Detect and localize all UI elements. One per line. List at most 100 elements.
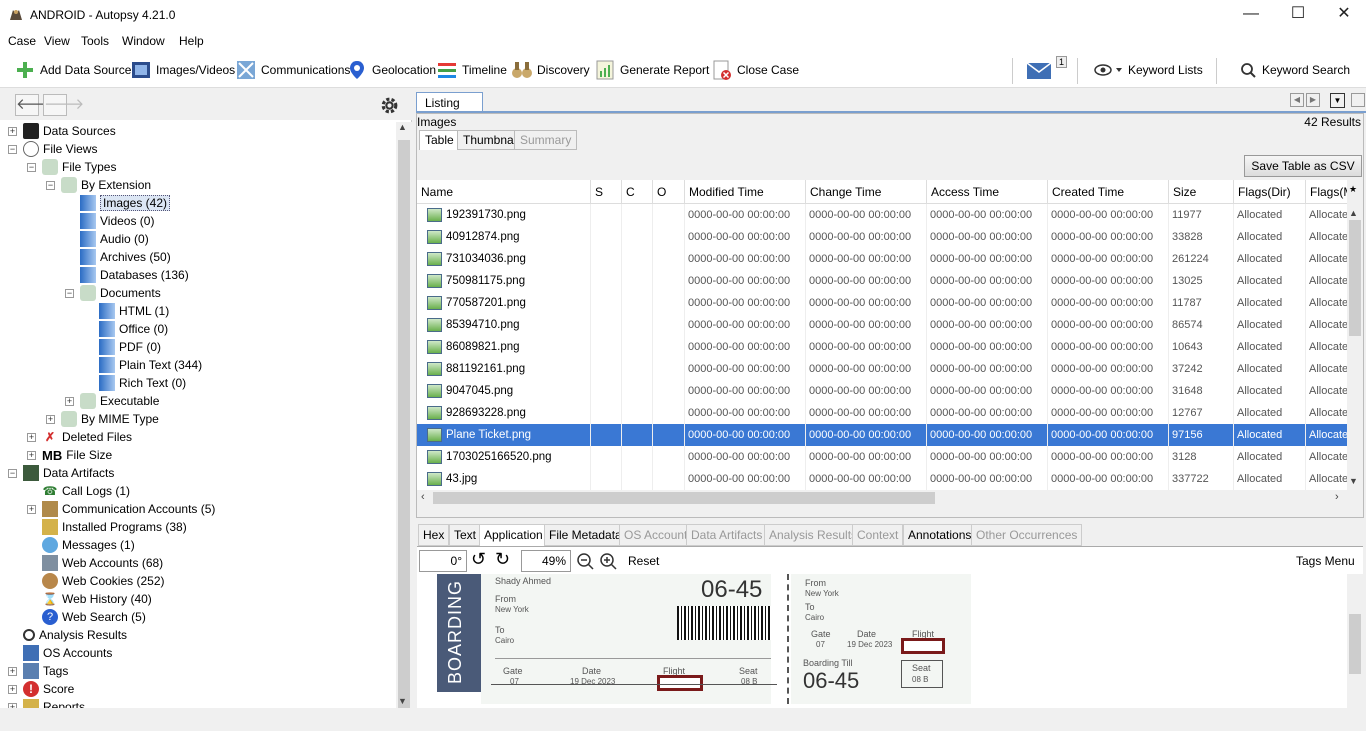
notifications-button[interactable]: 1 [1026,56,1068,82]
table-vertical-scrollbar[interactable]: ★ ▲ ▼ [1347,180,1363,490]
back-button[interactable]: 🡐 [15,94,56,116]
forward-button[interactable]: 🡒 [43,94,84,116]
close-window-button[interactable]: ✕ [1321,0,1366,30]
rotate-right-icon[interactable]: ↻ [495,549,510,570]
tab-other-occurrences[interactable]: Other Occurrences [971,524,1083,546]
scroll-thumb[interactable] [1349,614,1361,674]
tree-videos[interactable]: Videos (0) [65,212,154,230]
tab-analysis-results[interactable]: Analysis Results [764,524,863,546]
menu-view[interactable]: View [44,34,70,48]
tree-by-mime-type[interactable]: + By MIME Type [46,410,159,428]
table-row[interactable]: 85394710.png 0000-00-00 00:00:00 0000-00-0… [417,314,1363,336]
tree-os-accounts[interactable]: OS Accounts [8,644,112,662]
keyword-search-button[interactable]: Keyword Search [1240,58,1350,82]
tab-file-metadata[interactable]: File Metadata [544,524,627,546]
tree-executable[interactable]: + Executable [65,392,159,410]
column-header[interactable]: Access Time [927,180,1048,204]
table-horizontal-scrollbar[interactable]: ‹ › [417,490,1363,506]
scroll-thumb[interactable] [398,140,410,710]
table-row[interactable]: 928693228.png 0000-00-00 00:00:00 0000-00-… [417,402,1363,424]
tree-html[interactable]: HTML (1) [84,302,169,320]
tree-reports[interactable]: + Reports [8,698,85,708]
scroll-up-icon[interactable]: ▲ [398,122,407,132]
maximize-pane-icon[interactable] [1351,93,1365,107]
tree-installed-programs[interactable]: Installed Programs (38) [27,518,187,536]
discovery-button[interactable]: Discovery [511,58,590,82]
scroll-up-icon[interactable]: ▲ [1349,208,1358,218]
star-column-icon[interactable]: ★ [1349,184,1357,195]
tab-context[interactable]: Context [852,524,904,546]
collapse-icon[interactable]: − [27,162,36,172]
generate-report-button[interactable]: Generate Report [594,58,709,82]
tree-web-cookies[interactable]: Web Cookies (252) [27,572,165,590]
column-header[interactable]: Created Time [1048,180,1169,204]
zoom-field[interactable]: 49% [521,550,571,572]
tab-hex[interactable]: Hex [418,524,450,546]
rotate-left-icon[interactable]: ↺ [471,549,486,570]
expand-icon[interactable]: + [8,666,17,676]
table-row[interactable]: 9047045.png 0000-00-00 00:00:00 0000-00-00… [417,380,1363,402]
expand-icon[interactable]: + [46,414,55,424]
tab-list-dropdown-icon[interactable]: ▼ [1330,93,1345,108]
menu-tools[interactable]: Tools [81,34,109,48]
menu-help[interactable]: Help [179,34,204,48]
tree-documents[interactable]: − Documents [65,284,161,302]
listing-tab[interactable]: Listing [416,92,483,112]
tab-scroll-right-icon[interactable]: ▶ [1306,93,1320,107]
collapse-icon[interactable]: − [46,180,55,190]
expand-icon[interactable]: + [27,504,36,514]
table-row[interactable]: 192391730.png 0000-00-00 00:00:00 0000-00-… [417,204,1363,226]
collapse-icon[interactable]: − [8,468,17,478]
scroll-thumb[interactable] [1349,220,1361,336]
images-videos-button[interactable]: Images/Videos [130,58,235,82]
tree-rich-text[interactable]: Rich Text (0) [84,374,186,392]
tab-data-artifacts[interactable]: Data Artifacts [686,524,768,546]
tree-databases[interactable]: Databases (136) [65,266,189,284]
table-row[interactable]: 770587201.png 0000-00-00 00:00:00 0000-00-… [417,292,1363,314]
geolocation-button[interactable]: Geolocation [346,58,436,82]
maximize-button[interactable]: ☐ [1275,0,1321,30]
save-table-csv-button[interactable]: Save Table as CSV [1244,155,1362,177]
column-header[interactable]: Name [417,180,591,204]
reset-button[interactable]: Reset [628,554,659,568]
tree-file-size[interactable]: + MB File Size [27,446,112,464]
tree-pdf[interactable]: PDF (0) [84,338,161,356]
minimize-button[interactable]: — [1228,0,1274,30]
tree-deleted-files[interactable]: + ✗ Deleted Files [27,428,132,446]
tree-messages[interactable]: Messages (1) [27,536,135,554]
column-header[interactable]: S [591,180,622,204]
menu-window[interactable]: Window [122,34,165,48]
tab-table[interactable]: Table [419,130,460,150]
scroll-thumb[interactable] [433,492,935,504]
zoom-in-icon[interactable] [599,552,617,570]
add-data-source-button[interactable]: Add Data Source [14,58,131,82]
tree-archives[interactable]: Archives (50) [65,248,171,266]
tree-call-logs[interactable]: ☎ Call Logs (1) [27,482,131,500]
tab-application[interactable]: Application [479,524,548,546]
tab-summary[interactable]: Summary [514,130,578,150]
tree-analysis-results[interactable]: Analysis Results [8,626,127,644]
collapse-icon[interactable]: − [8,144,17,154]
tree-office[interactable]: Office (0) [84,320,168,338]
table-row[interactable]: 750981175.png 0000-00-00 00:00:00 0000-00-… [417,270,1363,292]
tree-data-sources[interactable]: + Data Sources [8,122,116,140]
column-header[interactable]: Flags(Dir) [1234,180,1306,204]
tree-communication-accounts[interactable]: + Communication Accounts (5) [27,500,215,518]
tree-plain-text[interactable]: Plain Text (344) [84,356,202,374]
table-row[interactable]: 40912874.png 0000-00-00 00:00:00 0000-00-0… [417,226,1363,248]
tree-file-types[interactable]: − File Types [27,158,116,176]
tab-scroll-left-icon[interactable]: ◀ [1290,93,1304,107]
expand-icon[interactable]: + [8,684,17,694]
tree-web-accounts[interactable]: Web Accounts (68) [27,554,163,572]
scroll-down-icon[interactable]: ▼ [1349,476,1358,486]
table-row[interactable]: 881192161.png 0000-00-00 00:00:00 0000-00-… [417,358,1363,380]
timeline-button[interactable]: Timeline [436,58,507,82]
tree-data-artifacts[interactable]: − Data Artifacts [8,464,114,482]
column-header[interactable]: Change Time [806,180,927,204]
column-header[interactable]: Modified Time [685,180,806,204]
expand-icon[interactable]: + [65,396,74,406]
tab-text[interactable]: Text [449,524,482,546]
preview-scrollbar[interactable] [1347,574,1363,708]
zoom-out-icon[interactable] [576,552,594,570]
scroll-down-icon[interactable]: ▼ [398,696,407,706]
